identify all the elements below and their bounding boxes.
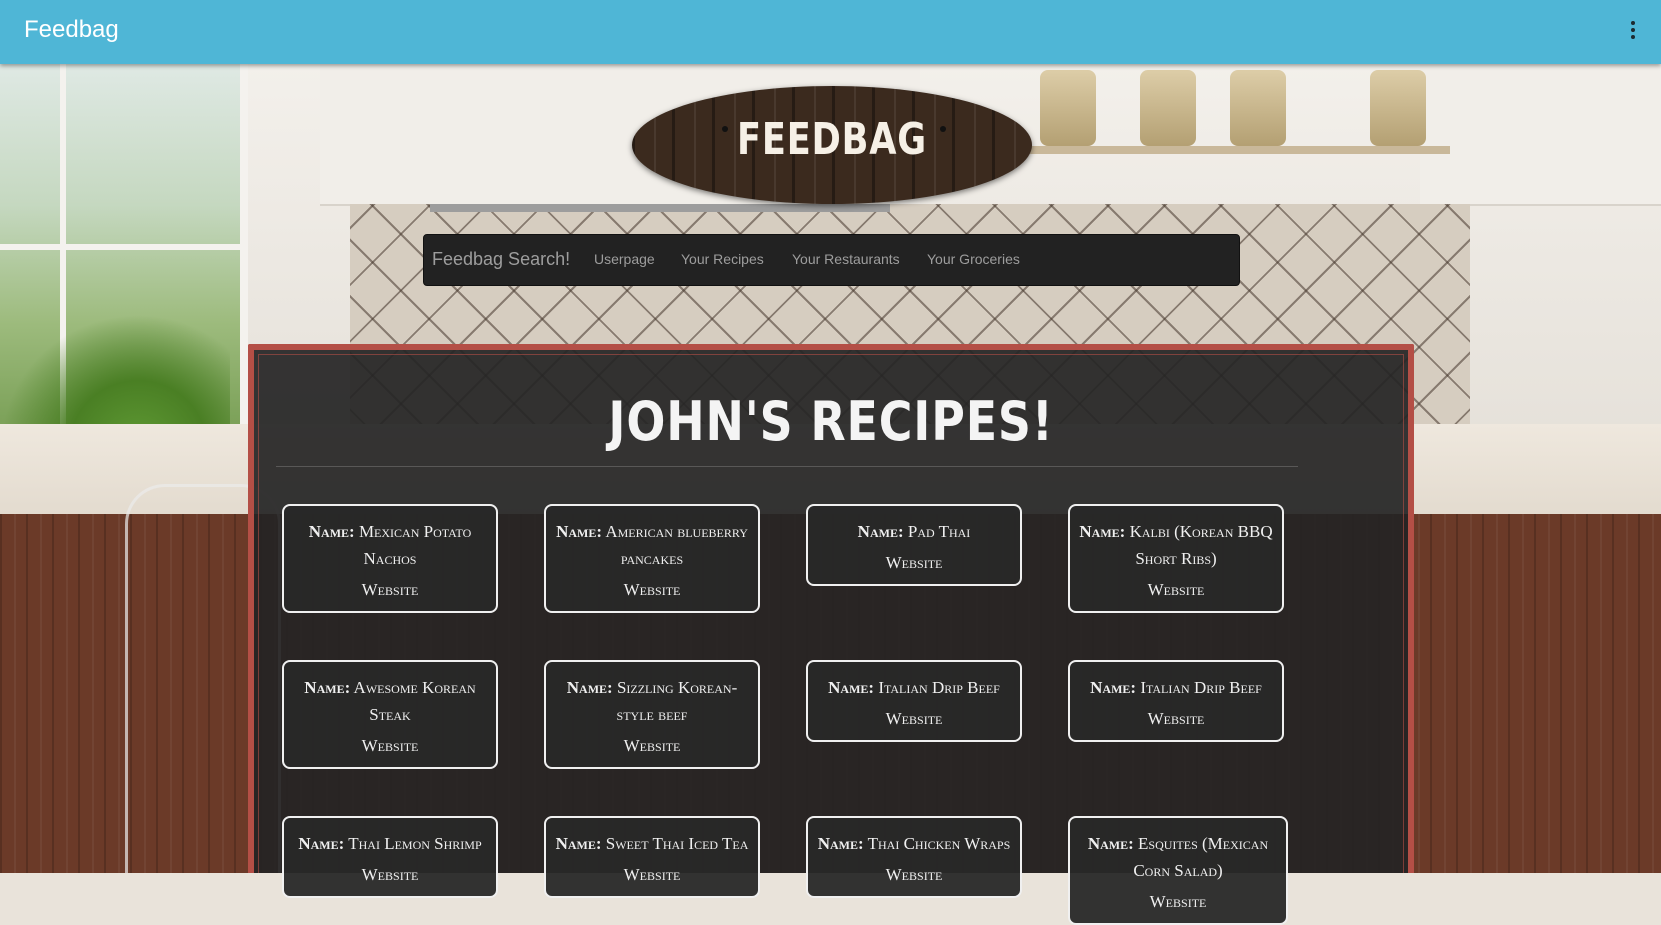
website-link[interactable]: Website [816,861,1012,888]
spice-rack [1040,70,1096,146]
recipe-name: Pad Thai [907,522,971,541]
website-link[interactable]: Website [816,549,1012,576]
name-label: Name: [857,522,904,541]
recipe-card[interactable]: Name: Mexican Potato Nachos Website [282,504,498,613]
recipe-card[interactable]: Name: Thai Chicken Wraps Website [806,816,1022,898]
recipe-card[interactable]: Name: American blueberry pancakes Websit… [544,504,760,613]
website-link[interactable]: Website [292,861,488,888]
name-label: Name: [298,834,345,853]
name-label: Name: [1090,678,1137,697]
recipe-card[interactable]: Name: Italian Drip Beef Website [1068,660,1284,742]
recipe-name: Esquites (Mexican Corn Salad) [1133,834,1269,880]
recipe-name: Thai Chicken Wraps [867,834,1011,853]
website-link[interactable]: Website [554,576,750,603]
name-label: Name: [1087,834,1134,853]
recipe-name: Italian Drip Beef [878,678,1000,697]
website-link[interactable]: Website [554,861,750,888]
recipes-panel: JOHN'S RECIPES! Name: Mexican Potato Nac… [248,344,1414,925]
navbar-brand[interactable]: Feedbag Search! [432,249,570,270]
recipe-card[interactable]: Name: Sweet Thai Iced Tea Website [544,816,760,898]
recipe-card[interactable]: Name: Thai Lemon Shrimp Website [282,816,498,898]
name-label: Name: [566,678,613,697]
website-link[interactable]: Website [1078,888,1278,915]
website-link[interactable]: Website [554,732,750,759]
app-title[interactable]: Feedbag [24,16,119,44]
recipe-name: Kalbi (Korean BBQ Short Ribs) [1129,522,1273,568]
recipe-card[interactable]: Name: Sizzling Korean-style beef Website [544,660,760,769]
recipe-card[interactable]: Name: Kalbi (Korean BBQ Short Ribs) Webs… [1068,504,1284,613]
recipe-name: Thai Lemon Shrimp [348,834,482,853]
name-label: Name: [828,678,875,697]
recipe-name: Sizzling Korean-style beef [616,678,738,724]
tins [1370,70,1426,146]
app-bar: Feedbag [0,0,1661,64]
feedbag-logo: FEEDBAG [632,86,1032,204]
name-label: Name: [308,522,355,541]
jar [1140,70,1196,146]
recipe-card[interactable]: Name: Pad Thai Website [806,504,1022,586]
nav-link-your-groceries[interactable]: Your Groceries [927,251,1020,267]
page-title: JOHN'S RECIPES! [608,390,1054,453]
recipe-name: Awesome Korean Steak [353,678,476,724]
recipe-name: Sweet Thai Iced Tea [605,834,749,853]
more-vert-icon[interactable] [1625,18,1641,46]
divider [276,466,1298,467]
website-link[interactable]: Website [1078,705,1274,732]
recipe-card[interactable]: Name: Esquites (Mexican Corn Salad) Webs… [1068,816,1288,925]
name-label: Name: [556,522,603,541]
website-link[interactable]: Website [816,705,1012,732]
utensil-rail [430,204,890,212]
name-label: Name: [304,678,351,697]
shelf [1030,146,1450,154]
name-label: Name: [555,834,602,853]
name-label: Name: [817,834,864,853]
nav-link-userpage[interactable]: Userpage [594,251,655,267]
upper-cabinet-right [1420,64,1661,206]
recipe-card[interactable]: Name: Awesome Korean Steak Website [282,660,498,769]
website-link[interactable]: Website [1078,576,1274,603]
website-link[interactable]: Website [292,576,488,603]
window-frame [0,244,240,250]
jar [1230,70,1286,146]
recipe-card[interactable]: Name: Italian Drip Beef Website [806,660,1022,742]
website-link[interactable]: Website [292,732,488,759]
nav-link-your-restaurants[interactable]: Your Restaurants [792,251,900,267]
recipe-name: American blueberry pancakes [605,522,748,568]
name-label: Name: [1079,522,1126,541]
recipe-name: Mexican Potato Nachos [358,522,472,568]
recipe-name: Italian Drip Beef [1140,678,1262,697]
logo-text: FEEDBAG [737,114,927,165]
navbar: Feedbag Search! Userpage Your Recipes Yo… [423,234,1240,286]
nav-link-your-recipes[interactable]: Your Recipes [681,251,764,267]
